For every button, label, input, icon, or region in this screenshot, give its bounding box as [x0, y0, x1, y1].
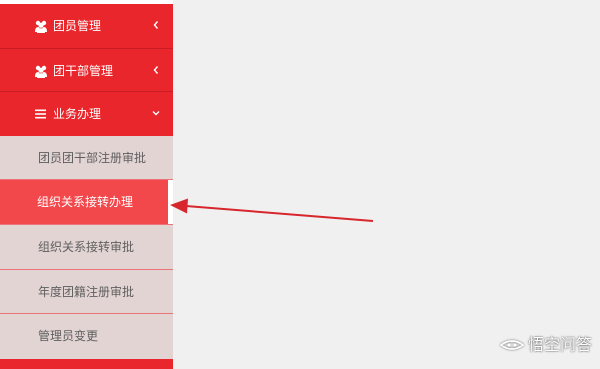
- sidebar-group-label: 团干部管理: [53, 64, 114, 78]
- submenu-item-transfer-handling[interactable]: 组织关系接转办理: [0, 180, 173, 224]
- watermark-text: 悟空问答: [527, 335, 592, 354]
- watermark-logo-icon: [499, 340, 524, 350]
- list-icon: [34, 107, 48, 121]
- submenu-item-label: 管理员变更: [38, 329, 99, 343]
- sidebar-group-business[interactable]: 业务办理: [0, 92, 173, 136]
- chevron-left-icon: [151, 63, 161, 77]
- sidebar-group-label: 业务办理: [53, 107, 102, 121]
- sidebar-group-members[interactable]: 团员管理: [0, 4, 173, 48]
- sidebar-group-cadres[interactable]: 团干部管理: [0, 49, 173, 93]
- watermark: 悟空问答: [499, 335, 592, 355]
- submenu-item-transfer-approval[interactable]: 组织关系接转审批: [0, 225, 173, 269]
- submenu-item-annual-registration[interactable]: 年度团籍注册审批: [0, 270, 173, 314]
- submenu-item-label: 年度团籍注册审批: [38, 285, 135, 299]
- chevron-down-icon: [151, 106, 161, 120]
- users-icon: [34, 64, 48, 78]
- sidebar-group-label: 团员管理: [53, 19, 102, 33]
- submenu-item-registration-approval[interactable]: 团员团干部注册审批: [0, 136, 173, 180]
- chevron-left-icon: [151, 18, 161, 32]
- active-indicator: [168, 180, 173, 224]
- sidebar-next-group: [0, 359, 173, 369]
- users-icon: [34, 19, 48, 33]
- submenu-item-label: 团员团干部注册审批: [38, 151, 147, 165]
- submenu-item-label: 组织关系接转审批: [38, 240, 135, 254]
- submenu-item-admin-change[interactable]: 管理员变更: [0, 314, 173, 359]
- submenu-item-label: 组织关系接转办理: [37, 195, 134, 209]
- sidebar: 团员管理 团干部管理 业务办理 团员团干部注册审批 组织关系接转办理 组织关系接…: [0, 0, 173, 369]
